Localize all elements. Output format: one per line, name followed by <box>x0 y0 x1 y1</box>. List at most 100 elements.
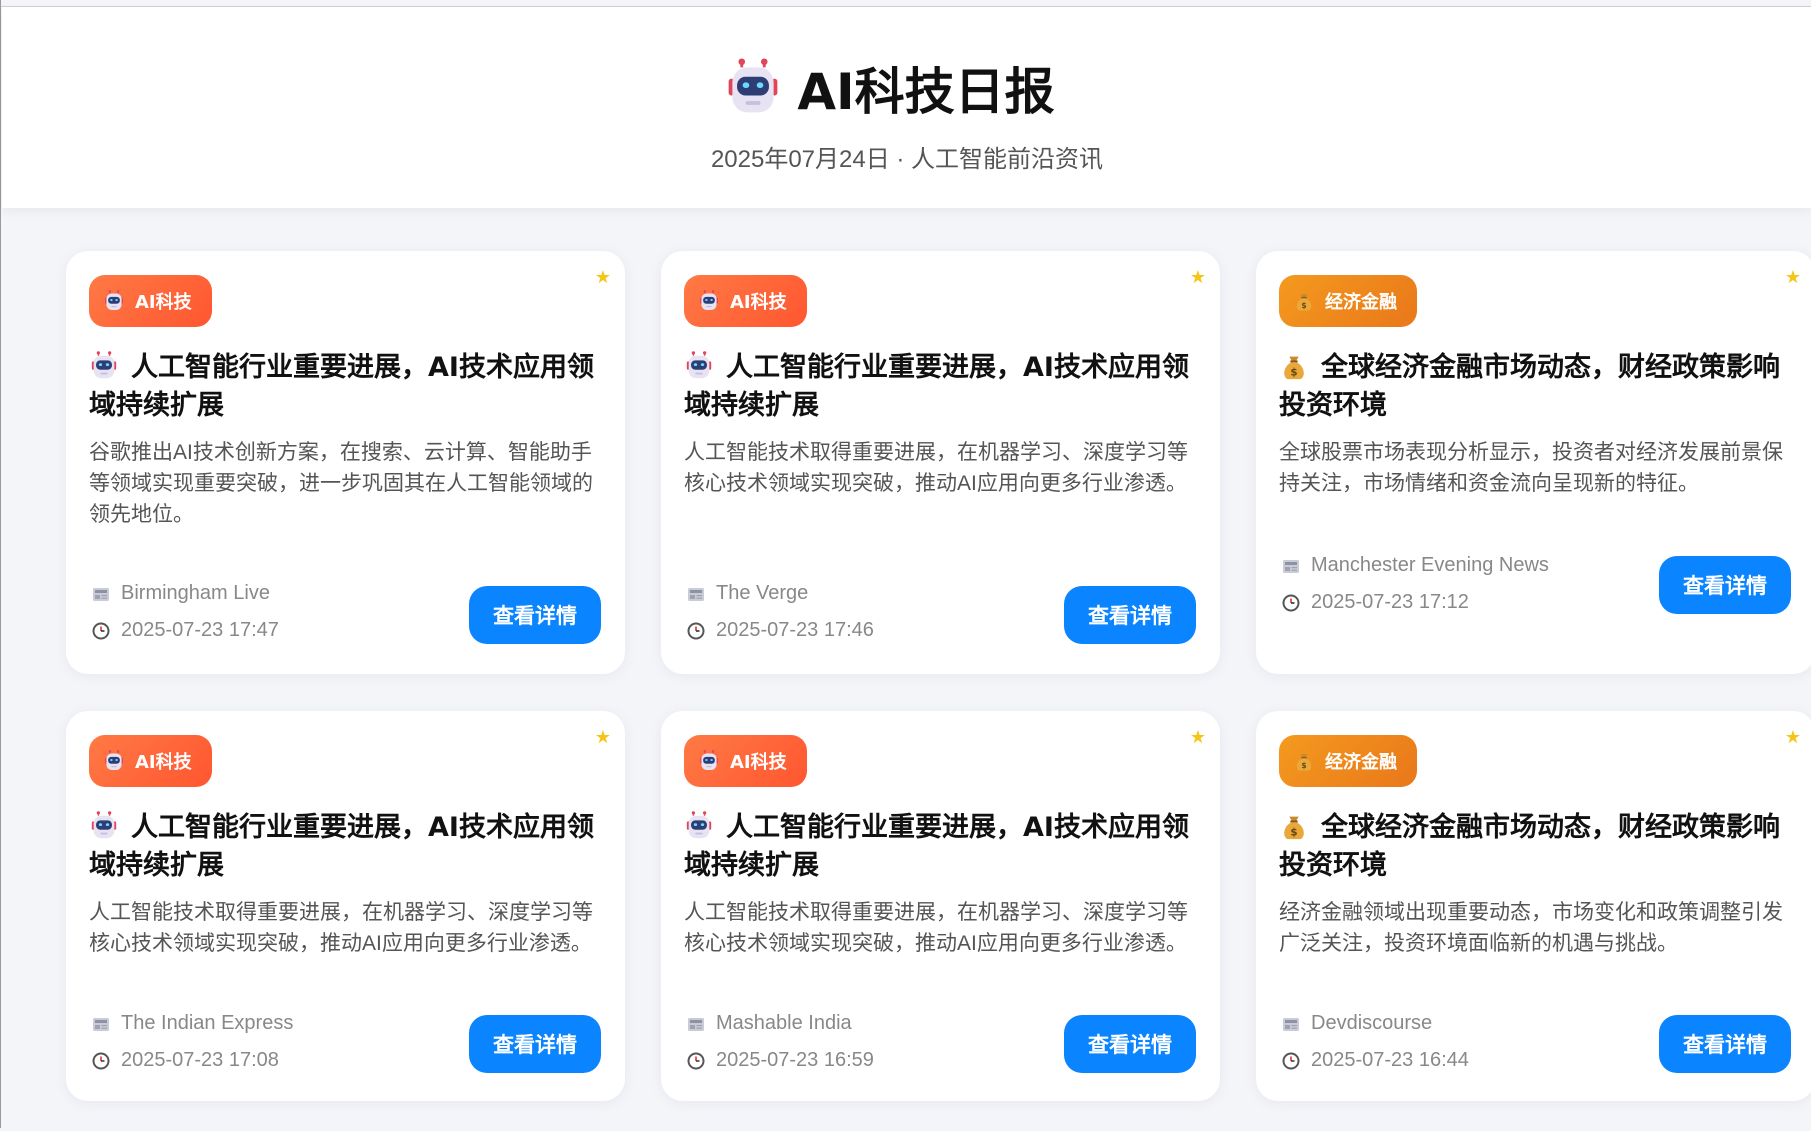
clock-icon <box>91 1051 111 1071</box>
category-label: AI科技 <box>730 752 787 773</box>
money-bag-icon <box>1279 811 1309 841</box>
source-name: Devdiscourse <box>1311 1012 1433 1034</box>
source-row: The Verge <box>686 575 874 612</box>
card-meta: Manchester Evening News 2025-07-23 17:12 <box>1281 547 1549 621</box>
page-title: AI科技日报 <box>797 63 1055 121</box>
card-meta: Devdiscourse 2025-07-23 16:44 <box>1281 1005 1469 1079</box>
clock-icon <box>1281 1051 1301 1071</box>
newspaper-icon <box>1281 1014 1301 1034</box>
newspaper-icon <box>686 584 706 604</box>
robot-icon <box>89 351 119 381</box>
category-label: 经济金融 <box>1325 292 1397 313</box>
publish-time: 2025-07-23 17:12 <box>1311 591 1469 613</box>
money-bag-icon <box>1293 750 1315 772</box>
news-card: AI科技 ★ 人工智能行业重要进展，AI技术应用领域持续扩展 人工智能技术取得重… <box>661 251 1220 674</box>
robot-icon <box>684 351 714 381</box>
clock-icon <box>686 621 706 641</box>
robot-icon <box>723 58 783 118</box>
source-row: Devdiscourse <box>1281 1005 1469 1042</box>
news-card: AI科技 ★ 人工智能行业重要进展，AI技术应用领域持续扩展 谷歌推出AI技术创… <box>66 251 625 674</box>
news-grid: AI科技 ★ 人工智能行业重要进展，AI技术应用领域持续扩展 谷歌推出AI技术创… <box>66 251 1811 1131</box>
view-details-button[interactable]: 查看详情 <box>1659 1015 1791 1073</box>
category-badge[interactable]: AI科技 <box>89 735 212 787</box>
publish-time: 2025-07-23 17:47 <box>121 619 279 641</box>
time-row: 2025-07-23 16:59 <box>686 1042 874 1079</box>
newspaper-icon <box>91 584 111 604</box>
card-summary: 谷歌推出AI技术创新方案，在搜索、云计算、智能助手等领域实现重要突破，进一步巩固… <box>89 441 593 526</box>
source-row: Manchester Evening News <box>1281 547 1549 584</box>
view-details-button[interactable]: 查看详情 <box>1064 586 1196 644</box>
publish-time: 2025-07-23 16:44 <box>1311 1049 1469 1071</box>
star-icon[interactable]: ★ <box>595 727 611 748</box>
page-header: AI科技日报 2025年07月24日 · 人工智能前沿资讯 <box>2 7 1811 208</box>
time-row: 2025-07-23 17:47 <box>91 612 279 649</box>
category-badge[interactable]: AI科技 <box>684 735 807 787</box>
news-card: 经济金融 ★ 全球经济金融市场动态，财经政策影响投资环境 经济金融领域出现重要动… <box>1256 711 1811 1101</box>
publish-time: 2025-07-23 17:46 <box>716 619 874 641</box>
view-details-button[interactable]: 查看详情 <box>469 1015 601 1073</box>
robot-icon <box>89 811 119 841</box>
card-meta: The Indian Express 2025-07-23 17:08 <box>91 1005 293 1079</box>
card-headline[interactable]: 人工智能行业重要进展，AI技术应用领域持续扩展 <box>89 809 604 885</box>
publish-time: 2025-07-23 17:08 <box>121 1049 279 1071</box>
news-card: AI科技 ★ 人工智能行业重要进展，AI技术应用领域持续扩展 人工智能技术取得重… <box>66 711 625 1101</box>
source-name: Manchester Evening News <box>1311 554 1549 576</box>
robot-icon <box>698 290 720 312</box>
star-icon[interactable]: ★ <box>1190 727 1206 748</box>
source-row: The Indian Express <box>91 1005 293 1042</box>
publish-time: 2025-07-23 16:59 <box>716 1049 874 1071</box>
time-row: 2025-07-23 17:08 <box>91 1042 293 1079</box>
card-headline[interactable]: 人工智能行业重要进展，AI技术应用领域持续扩展 <box>684 349 1199 425</box>
newspaper-icon <box>686 1014 706 1034</box>
newspaper-icon <box>1281 556 1301 576</box>
card-summary: 人工智能技术取得重要进展，在机器学习、深度学习等核心技术领域实现突破，推动AI应… <box>684 441 1188 495</box>
view-details-button[interactable]: 查看详情 <box>469 586 601 644</box>
robot-icon <box>103 290 125 312</box>
view-details-button[interactable]: 查看详情 <box>1064 1015 1196 1073</box>
app-frame: AI科技日报 2025年07月24日 · 人工智能前沿资讯 AI科技 ★ 人工智… <box>0 0 1811 1128</box>
source-name: Birmingham Live <box>121 582 270 604</box>
headline-text: 全球经济金融市场动态，财经政策影响投资环境 <box>1279 812 1780 881</box>
card-headline[interactable]: 人工智能行业重要进展，AI技术应用领域持续扩展 <box>684 809 1199 885</box>
headline-text: 人工智能行业重要进展，AI技术应用领域持续扩展 <box>684 352 1189 421</box>
headline-text: 全球经济金融市场动态，财经政策影响投资环境 <box>1279 352 1780 421</box>
source-name: Mashable India <box>716 1012 852 1034</box>
star-icon[interactable]: ★ <box>595 267 611 288</box>
card-summary: 人工智能技术取得重要进展，在机器学习、深度学习等核心技术领域实现突破，推动AI应… <box>89 901 593 955</box>
star-icon[interactable]: ★ <box>1785 727 1801 748</box>
clock-icon <box>91 621 111 641</box>
card-headline[interactable]: 人工智能行业重要进展，AI技术应用领域持续扩展 <box>89 349 604 425</box>
category-badge[interactable]: 经济金融 <box>1279 275 1417 327</box>
category-label: 经济金融 <box>1325 752 1397 773</box>
robot-icon <box>103 750 125 772</box>
card-meta: Birmingham Live 2025-07-23 17:47 <box>91 575 279 649</box>
view-details-button[interactable]: 查看详情 <box>1659 556 1791 614</box>
source-row: Mashable India <box>686 1005 874 1042</box>
title-row: AI科技日报 <box>2 52 1811 124</box>
category-badge[interactable]: 经济金融 <box>1279 735 1417 787</box>
news-card: AI科技 ★ 人工智能行业重要进展，AI技术应用领域持续扩展 人工智能技术取得重… <box>661 711 1220 1101</box>
category-label: AI科技 <box>730 292 787 313</box>
money-bag-icon <box>1279 351 1309 381</box>
star-icon[interactable]: ★ <box>1190 267 1206 288</box>
time-row: 2025-07-23 17:46 <box>686 612 874 649</box>
card-headline[interactable]: 全球经济金融市场动态，财经政策影响投资环境 <box>1279 349 1794 425</box>
newspaper-icon <box>91 1014 111 1034</box>
card-meta: Mashable India 2025-07-23 16:59 <box>686 1005 874 1079</box>
source-row: Birmingham Live <box>91 575 279 612</box>
card-meta: The Verge 2025-07-23 17:46 <box>686 575 874 649</box>
category-badge[interactable]: AI科技 <box>89 275 212 327</box>
headline-text: 人工智能行业重要进展，AI技术应用领域持续扩展 <box>684 812 1189 881</box>
star-icon[interactable]: ★ <box>1785 267 1801 288</box>
card-headline[interactable]: 全球经济金融市场动态，财经政策影响投资环境 <box>1279 809 1794 885</box>
category-label: AI科技 <box>135 292 192 313</box>
robot-icon <box>684 811 714 841</box>
source-name: The Verge <box>716 582 809 604</box>
clock-icon <box>1281 593 1301 613</box>
time-row: 2025-07-23 16:44 <box>1281 1042 1469 1079</box>
category-badge[interactable]: AI科技 <box>684 275 807 327</box>
news-card: 经济金融 ★ 全球经济金融市场动态，财经政策影响投资环境 全球股票市场表现分析显… <box>1256 251 1811 674</box>
card-summary: 经济金融领域出现重要动态，市场变化和政策调整引发广泛关注，投资环境面临新的机遇与… <box>1279 901 1783 955</box>
card-summary: 全球股票市场表现分析显示，投资者对经济发展前景保持关注，市场情绪和资金流向呈现新… <box>1279 441 1783 495</box>
money-bag-icon <box>1293 290 1315 312</box>
